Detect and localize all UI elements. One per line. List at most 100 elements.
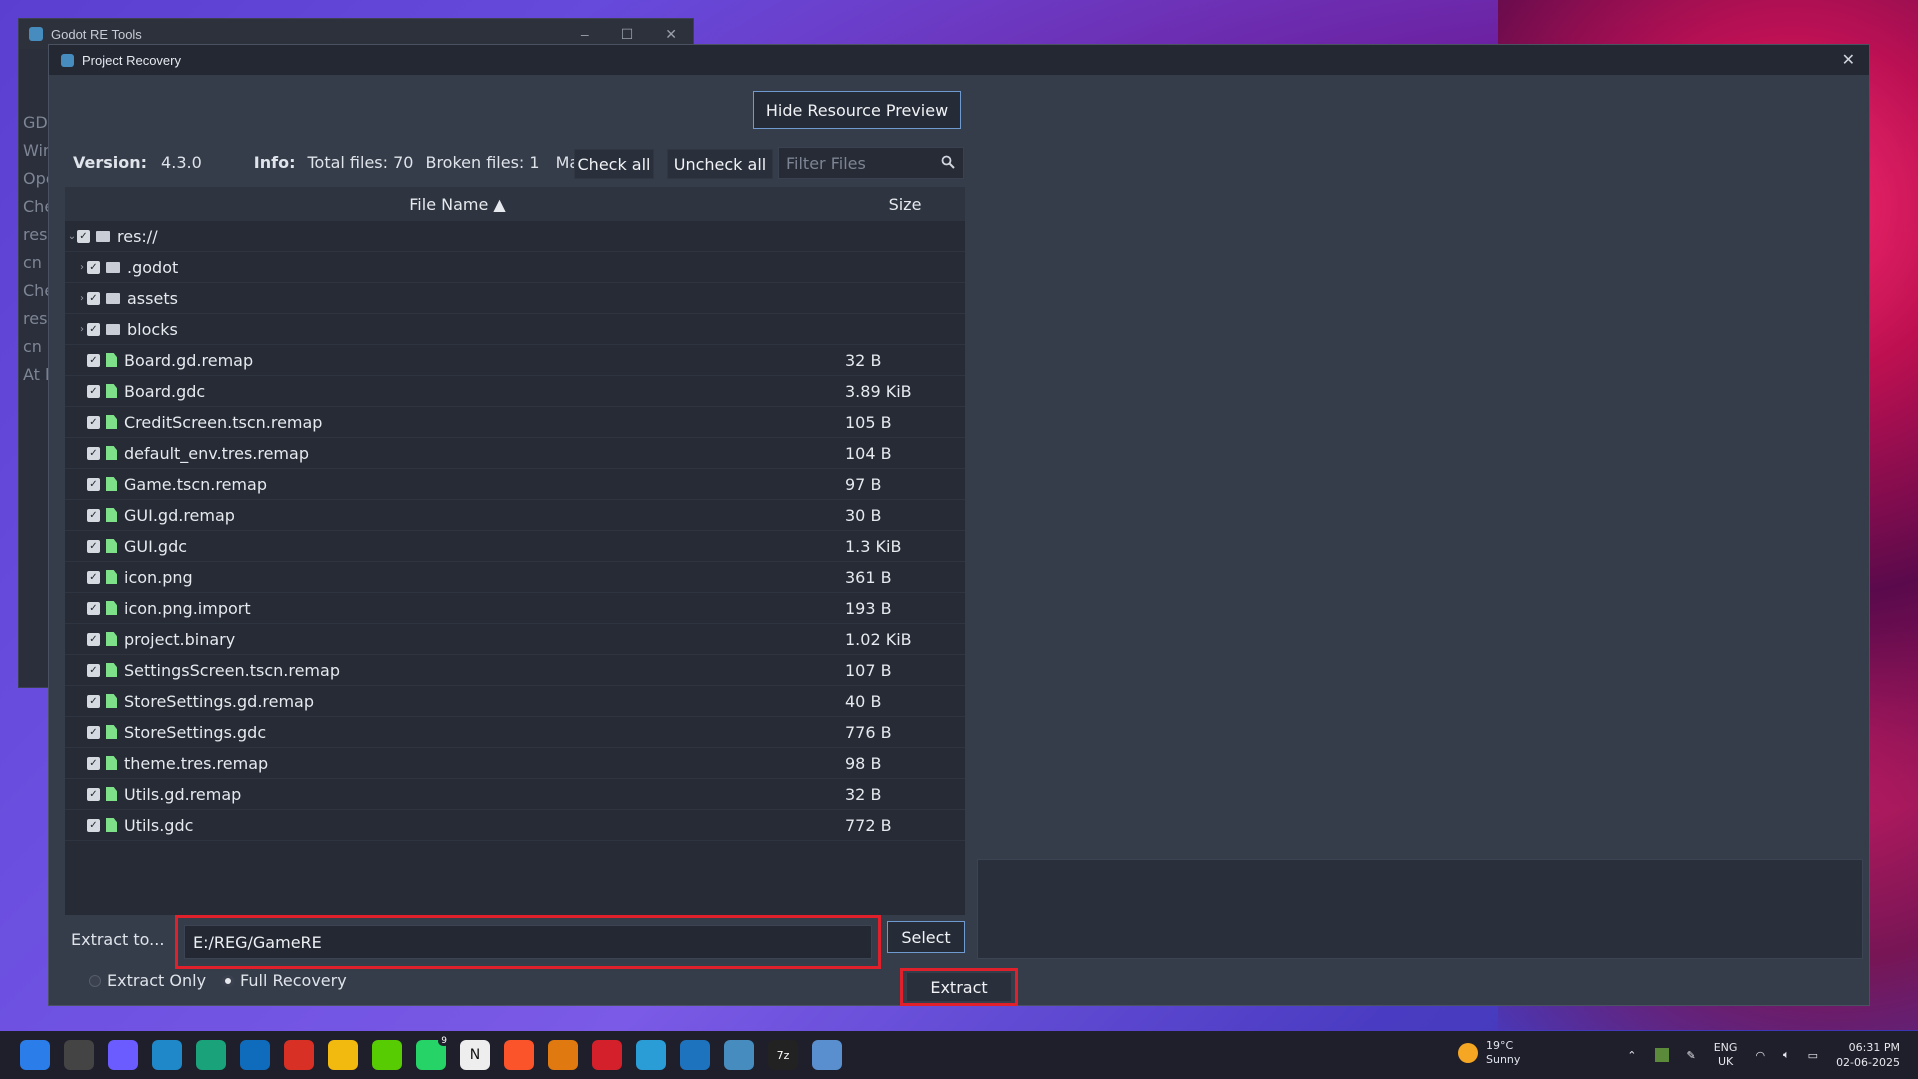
check-all-button[interactable]: Check all bbox=[574, 149, 654, 179]
7zip-icon[interactable]: 7z bbox=[768, 1040, 798, 1070]
checkbox[interactable]: ✓ bbox=[87, 632, 100, 646]
whatsapp-icon[interactable]: 9 bbox=[416, 1036, 450, 1070]
chevron-right-icon[interactable]: › bbox=[77, 262, 87, 273]
checkbox[interactable]: ✓ bbox=[87, 384, 100, 398]
column-file-name[interactable]: File Name ▲ bbox=[65, 195, 850, 214]
extract-only-radio[interactable]: Extract Only bbox=[89, 971, 206, 990]
maximize-icon[interactable]: ☐ bbox=[621, 26, 634, 43]
language-indicator[interactable]: ENG UK bbox=[1714, 1041, 1738, 1069]
checkbox[interactable]: ✓ bbox=[87, 446, 100, 460]
checkbox[interactable]: ✓ bbox=[87, 415, 100, 429]
minimize-icon[interactable]: – bbox=[581, 26, 589, 43]
pen-icon[interactable]: ✎ bbox=[1687, 1049, 1696, 1062]
tree-item-name: res:// bbox=[117, 226, 158, 246]
start-icon[interactable] bbox=[20, 1040, 50, 1070]
folder-icon bbox=[106, 292, 120, 304]
acrobat-icon[interactable] bbox=[592, 1040, 622, 1070]
checkbox[interactable]: ✓ bbox=[87, 725, 100, 739]
tree-file-row[interactable]: ✓ StoreSettings.gdc 776 B bbox=[65, 717, 965, 748]
chevron-up-icon[interactable]: ⌃ bbox=[1627, 1049, 1636, 1062]
checkbox[interactable]: ✓ bbox=[87, 539, 100, 553]
background-log-line: Che bbox=[23, 197, 49, 216]
tree-file-row[interactable]: ✓ Utils.gd.remap 32 B bbox=[65, 779, 965, 810]
column-size[interactable]: Size bbox=[850, 195, 960, 214]
task-view-icon[interactable] bbox=[64, 1040, 94, 1070]
tree-file-row[interactable]: ✓ StoreSettings.gd.remap 40 B bbox=[65, 686, 965, 717]
tree-file-row[interactable]: ✓ icon.png.import 193 B bbox=[65, 593, 965, 624]
tree-folder-row[interactable]: › ✓ assets bbox=[65, 283, 965, 314]
info-label: Info: bbox=[253, 152, 296, 172]
background-log-line: res: bbox=[23, 225, 49, 244]
chevron-right-icon[interactable]: › bbox=[77, 324, 87, 335]
office-icon[interactable] bbox=[548, 1040, 578, 1070]
tree-file-row[interactable]: ✓ SettingsScreen.tscn.remap 107 B bbox=[65, 655, 965, 686]
extract-path-input[interactable]: E:/REG/GameRE bbox=[184, 925, 872, 959]
tree-file-row[interactable]: ✓ GUI.gdc 1.3 KiB bbox=[65, 531, 965, 562]
edge-dev-icon[interactable] bbox=[196, 1040, 226, 1070]
tree-file-row[interactable]: ✓ default_env.tres.remap 104 B bbox=[65, 438, 965, 469]
notion-icon[interactable]: N bbox=[460, 1040, 490, 1070]
godot-re-icon[interactable] bbox=[724, 1040, 754, 1070]
weather-widget[interactable]: 19°C Sunny bbox=[1458, 1039, 1520, 1067]
checkbox[interactable]: ✓ bbox=[87, 291, 100, 305]
brave-icon[interactable] bbox=[504, 1040, 534, 1070]
checkbox[interactable]: ✓ bbox=[87, 601, 100, 615]
clock[interactable]: 06:31 PM 02-06-2025 bbox=[1836, 1040, 1900, 1070]
tree-file-row[interactable]: ✓ Utils.gdc 772 B bbox=[65, 810, 965, 841]
tree-file-row[interactable]: ✓ Game.tscn.remap 97 B bbox=[65, 469, 965, 500]
checkbox[interactable]: ✓ bbox=[87, 477, 100, 491]
search-icon bbox=[941, 155, 955, 169]
close-icon[interactable]: ✕ bbox=[1842, 50, 1855, 70]
checkbox[interactable]: ✓ bbox=[87, 694, 100, 708]
godot-icon[interactable] bbox=[812, 1040, 842, 1070]
tree-file-row[interactable]: ✓ Board.gd.remap 32 B bbox=[65, 345, 965, 376]
gmail-icon[interactable] bbox=[284, 1040, 314, 1070]
file-tree[interactable]: File Name ▲ Size ⌄ ✓ res://› ✓ .godot › ✓ asset… bbox=[65, 187, 965, 915]
checkbox[interactable]: ✓ bbox=[87, 508, 100, 522]
edge-icon[interactable] bbox=[152, 1040, 182, 1070]
tree-folder-row[interactable]: › ✓ .godot bbox=[65, 252, 965, 283]
volume-icon[interactable]: 🔈︎ bbox=[1783, 1048, 1790, 1062]
checkbox[interactable]: ✓ bbox=[87, 260, 100, 274]
script-icon[interactable] bbox=[636, 1040, 666, 1070]
filter-files-input[interactable]: Filter Files bbox=[778, 147, 964, 179]
tree-item-name: .godot bbox=[127, 257, 179, 277]
tree-file-row[interactable]: ✓ theme.tres.remap 98 B bbox=[65, 748, 965, 779]
tree-folder-row[interactable]: › ✓ blocks bbox=[65, 314, 965, 345]
chevron-right-icon[interactable]: › bbox=[77, 293, 87, 304]
file-explorer-icon[interactable] bbox=[328, 1040, 358, 1070]
tree-folder-row[interactable]: ⌄ ✓ res:// bbox=[65, 221, 965, 252]
tree-file-row[interactable]: ✓ GUI.gd.remap 30 B bbox=[65, 500, 965, 531]
sharing-icon[interactable] bbox=[680, 1040, 710, 1070]
tree-file-row[interactable]: ✓ CreditScreen.tscn.remap 105 B bbox=[65, 407, 965, 438]
full-recovery-radio[interactable]: Full Recovery bbox=[222, 971, 347, 990]
select-button[interactable]: Select bbox=[887, 921, 965, 953]
tree-item-size: 3.89 KiB bbox=[845, 381, 912, 401]
copilot-icon[interactable] bbox=[108, 1040, 138, 1070]
extract-button[interactable]: Extract bbox=[907, 973, 1011, 1001]
tree-file-row[interactable]: ✓ Board.gdc 3.89 KiB bbox=[65, 376, 965, 407]
wifi-icon[interactable]: ◠ bbox=[1755, 1049, 1765, 1062]
checkbox[interactable]: ✓ bbox=[87, 663, 100, 677]
duolingo-icon[interactable] bbox=[372, 1040, 402, 1070]
tree-file-row[interactable]: ✓ project.binary 1.02 KiB bbox=[65, 624, 965, 655]
checkbox[interactable]: ✓ bbox=[87, 570, 100, 584]
file-icon bbox=[106, 694, 117, 708]
tree-item-name: theme.tres.remap bbox=[124, 753, 269, 773]
clock-time: 06:31 PM bbox=[1848, 1041, 1900, 1054]
outlook-icon[interactable] bbox=[240, 1040, 270, 1070]
checkbox[interactable]: ✓ bbox=[87, 353, 100, 367]
tree-file-row[interactable]: ✓ icon.png 361 B bbox=[65, 562, 965, 593]
close-icon[interactable]: ✕ bbox=[665, 26, 677, 43]
checkbox[interactable]: ✓ bbox=[87, 322, 100, 336]
checkbox[interactable]: ✓ bbox=[77, 229, 90, 243]
checkbox[interactable]: ✓ bbox=[87, 818, 100, 832]
checkbox[interactable]: ✓ bbox=[87, 756, 100, 770]
hide-resource-preview-button[interactable]: Hide Resource Preview bbox=[753, 91, 961, 129]
dialog-titlebar[interactable]: Project Recovery ✕ bbox=[49, 45, 1869, 75]
checkbox[interactable]: ✓ bbox=[87, 787, 100, 801]
tray-app-icon[interactable] bbox=[1654, 1048, 1669, 1062]
uncheck-all-button[interactable]: Uncheck all bbox=[667, 149, 773, 179]
chevron-down-icon[interactable]: ⌄ bbox=[67, 231, 77, 242]
battery-icon[interactable]: ▭ bbox=[1808, 1049, 1818, 1062]
